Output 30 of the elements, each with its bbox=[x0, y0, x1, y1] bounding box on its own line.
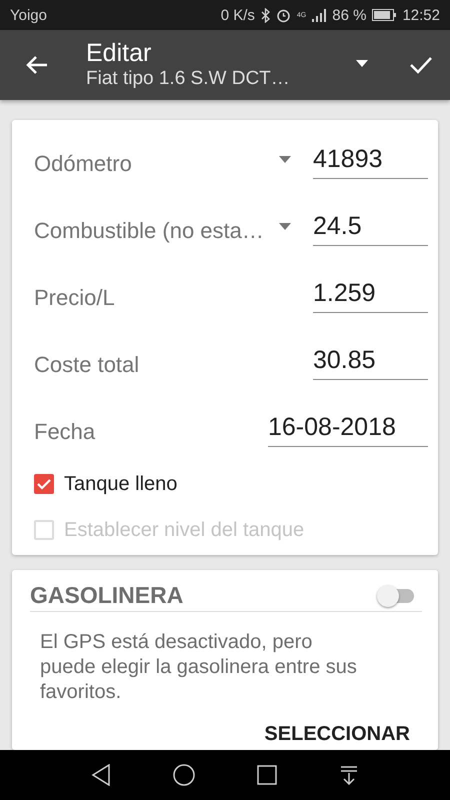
screen-title: Editar bbox=[86, 39, 152, 67]
checkbox-label: Establecer nivel del tanque bbox=[64, 518, 304, 542]
field-label: Odómetro bbox=[34, 151, 133, 178]
network-speed: 0 K/s bbox=[220, 6, 255, 24]
alarm-icon bbox=[276, 8, 291, 22]
dropdown-caret-icon[interactable] bbox=[356, 60, 368, 66]
bluetooth-icon bbox=[260, 8, 270, 22]
number-field[interactable]: 24.5 bbox=[313, 212, 428, 246]
date-field[interactable]: 16-08-2018 bbox=[268, 413, 428, 447]
section-title: GASOLINERA bbox=[30, 582, 184, 609]
number-field[interactable]: 41893 bbox=[313, 145, 428, 179]
vehicle-name: Fiat tipo 1.6 S.W DCT… bbox=[86, 67, 291, 91]
field-label: Precio/L bbox=[34, 285, 116, 312]
select-button[interactable]: SELECCIONAR bbox=[260, 719, 414, 750]
carrier-name: Yoigo bbox=[10, 6, 47, 24]
checkbox[interactable] bbox=[34, 474, 54, 494]
clock-time: 12:52 bbox=[402, 6, 440, 24]
toggle-switch[interactable] bbox=[376, 584, 414, 608]
signal-icon bbox=[312, 8, 326, 22]
checkbox-label: Tanque lleno bbox=[64, 472, 178, 496]
battery-percent: 86 % bbox=[332, 6, 366, 24]
number-field[interactable]: 1.259 bbox=[313, 279, 428, 313]
field-label: Coste total bbox=[34, 352, 140, 379]
field-label: Fecha bbox=[34, 419, 96, 446]
battery-icon bbox=[372, 9, 396, 21]
field-label: Combustible (no esta… bbox=[34, 218, 265, 245]
number-field[interactable]: 30.85 bbox=[313, 346, 428, 380]
gps-message: El GPS está desactivado, pero puede elegir la gasolinera entre sus favoritos. bbox=[40, 630, 358, 705]
dropdown-caret-icon[interactable] bbox=[279, 223, 291, 230]
dropdown-caret-icon[interactable] bbox=[279, 156, 291, 163]
